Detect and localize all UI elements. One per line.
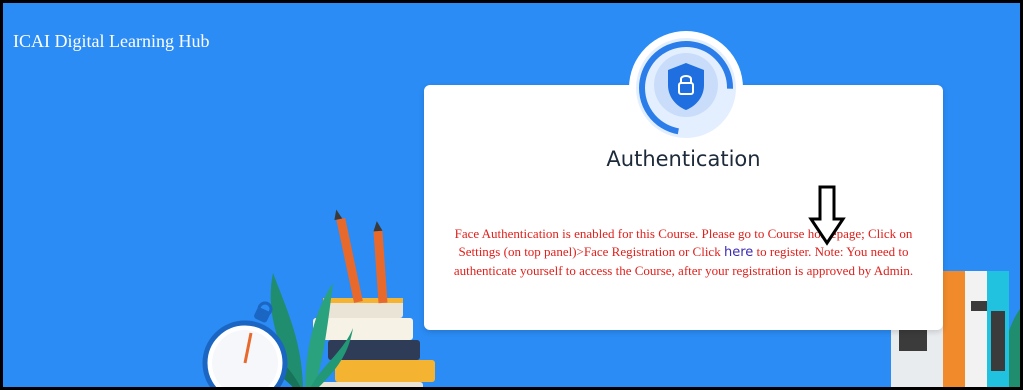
shield-lock-badge — [631, 33, 741, 143]
shield-lock-icon — [639, 41, 733, 135]
register-here-link[interactable]: here — [724, 245, 753, 260]
authentication-message: Face Authentication is enabled for this … — [448, 225, 919, 280]
site-title: ICAI Digital Learning Hub — [13, 31, 210, 51]
page-frame: ICAI Digital Learning Hub Authentication… — [0, 0, 1023, 390]
down-arrow-icon — [808, 185, 846, 246]
dialog-title: Authentication — [606, 147, 761, 171]
